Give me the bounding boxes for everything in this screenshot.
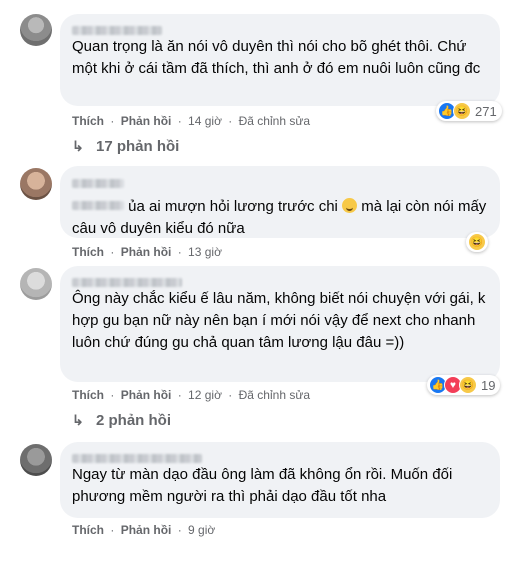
laughing-face-icon: 😆 bbox=[468, 233, 486, 251]
edited-label: Đã chỉnh sửa bbox=[238, 388, 311, 402]
view-replies-link[interactable]: ↳ 17 phản hồi bbox=[72, 138, 179, 155]
comment-time[interactable]: 14 giờ bbox=[188, 114, 222, 128]
reply-link[interactable]: Phản hồi bbox=[121, 388, 172, 402]
comment-text: Ngay từ màn dạo đầu ông làm đã không ổn … bbox=[72, 466, 453, 505]
comment-text: Quan trọng là ăn nói vô duyên thì nói ch… bbox=[72, 38, 481, 77]
comment-actions: Thích · Phản hồi · 13 giờ bbox=[72, 245, 222, 259]
like-link[interactable]: Thích bbox=[72, 114, 104, 128]
edited-label: Đã chỉnh sửa bbox=[238, 114, 311, 128]
avatar[interactable] bbox=[20, 268, 52, 300]
reaction-count: 271 bbox=[475, 103, 497, 119]
view-replies-link[interactable]: ↳ 2 phản hồi bbox=[72, 412, 171, 429]
replies-count: 17 phản hồi bbox=[96, 138, 180, 155]
commenter-name-blurred[interactable] bbox=[72, 274, 488, 288]
reaction-summary[interactable]: 😆 bbox=[466, 232, 488, 252]
laughing-face-icon: 😆 bbox=[459, 376, 477, 394]
reply-link[interactable]: Phản hồi bbox=[121, 114, 172, 128]
commenter-name-blurred[interactable] bbox=[72, 450, 488, 464]
smile-emoji-icon bbox=[342, 198, 358, 213]
reaction-summary[interactable]: 👍 ♥ 😆 19 bbox=[427, 375, 501, 395]
like-link[interactable]: Thích bbox=[72, 388, 104, 402]
comment-bubble: ủa ai mượn hỏi lương trước chi mà lại cò… bbox=[60, 166, 500, 238]
comment-time[interactable]: 9 giờ bbox=[188, 523, 215, 537]
reaction-summary[interactable]: 👍 😆 271 bbox=[436, 101, 502, 121]
laughing-face-icon: 😆 bbox=[453, 102, 471, 120]
avatar[interactable] bbox=[20, 444, 52, 476]
avatar[interactable] bbox=[20, 14, 52, 46]
comment-bubble: Quan trọng là ăn nói vô duyên thì nói ch… bbox=[60, 14, 500, 106]
comment-time[interactable]: 12 giờ bbox=[188, 388, 222, 402]
comment-time[interactable]: 13 giờ bbox=[188, 245, 222, 259]
avatar[interactable] bbox=[20, 168, 52, 200]
replies-count: 2 phản hồi bbox=[96, 412, 171, 429]
reply-arrow-icon: ↳ bbox=[72, 412, 84, 428]
like-link[interactable]: Thích bbox=[72, 245, 104, 259]
commenter-name-blurred[interactable] bbox=[72, 179, 124, 188]
comment-bubble: Ông này chắc kiểu ế lâu năm, không biết … bbox=[60, 266, 500, 382]
comment-bubble: Ngay từ màn dạo đầu ông làm đã không ổn … bbox=[60, 442, 500, 518]
comment-actions: Thích · Phản hồi · 9 giờ bbox=[72, 523, 216, 537]
comment-actions: Thích · Phản hồi · 14 giờ · Đã chỉnh sửa bbox=[72, 114, 311, 128]
comment-text: Ông này chắc kiểu ế lâu năm, không biết … bbox=[72, 290, 486, 351]
reaction-count: 19 bbox=[481, 377, 496, 393]
like-link[interactable]: Thích bbox=[72, 523, 104, 537]
reply-arrow-icon: ↳ bbox=[72, 138, 84, 154]
comment-actions: Thích · Phản hồi · 12 giờ · Đã chỉnh sửa bbox=[72, 388, 311, 402]
reply-link[interactable]: Phản hồi bbox=[121, 245, 172, 259]
reply-link[interactable]: Phản hồi bbox=[121, 523, 172, 537]
commenter-name-blurred[interactable] bbox=[72, 22, 488, 36]
comment-text: ủa ai mượn hỏi lương trước chi mà lại cò… bbox=[72, 174, 487, 240]
